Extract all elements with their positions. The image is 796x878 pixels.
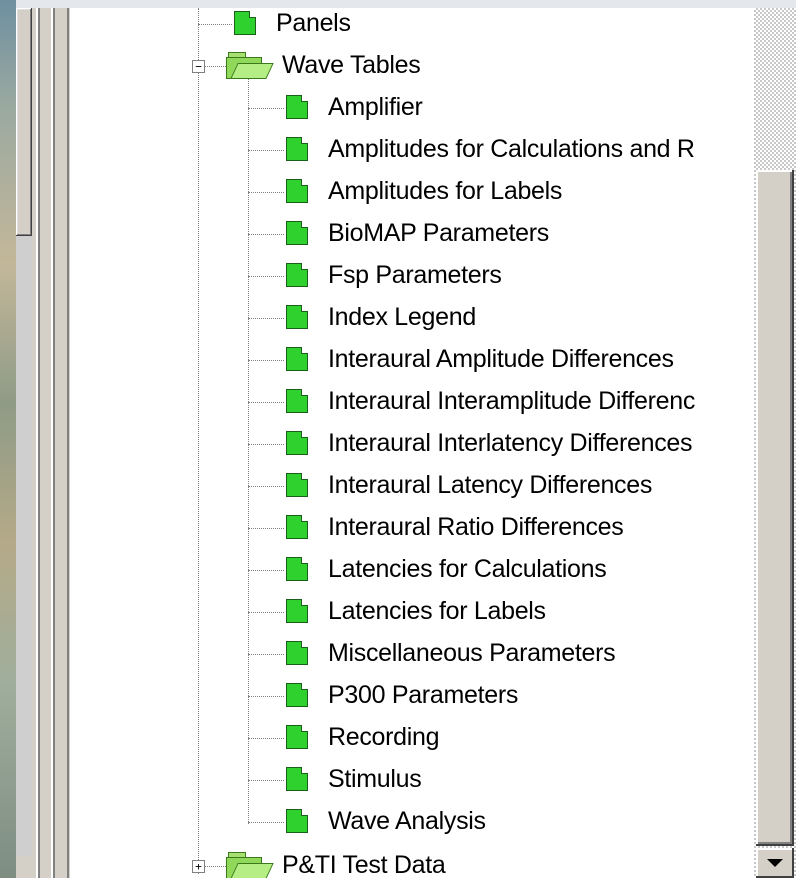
tree-item-label: Index Legend xyxy=(328,302,476,331)
tree-item-label: Amplitudes for Calculations and R xyxy=(328,134,695,163)
tree-item-label: Stimulus xyxy=(328,764,422,793)
tree-item-miscellaneous-parameters[interactable]: Miscellaneous Parameters xyxy=(286,632,616,674)
tree-item-p300-parameters[interactable]: P300 Parameters xyxy=(286,674,518,716)
expand-toggle[interactable]: + xyxy=(192,860,205,873)
green-page-icon xyxy=(234,11,256,35)
tree-folder-wave-tables[interactable]: Wave Tables xyxy=(226,44,421,86)
tree-item-interaural-amplitude-differences[interactable]: Interaural Amplitude Differences xyxy=(286,338,674,380)
green-page-icon xyxy=(286,725,308,749)
tree-folder-pti-test-data[interactable]: P&TI Test Data xyxy=(226,844,446,878)
tree-view[interactable]: Panels − Wave Tables Amplifier Amplitude… xyxy=(70,8,754,878)
tree-item-interaural-ratio-differences[interactable]: Interaural Ratio Differences xyxy=(286,506,624,548)
green-page-icon xyxy=(286,431,308,455)
green-page-icon xyxy=(286,305,308,329)
green-page-icon xyxy=(286,95,308,119)
tree-item-recording[interactable]: Recording xyxy=(286,716,440,758)
green-page-icon xyxy=(286,221,308,245)
arrow-down-icon xyxy=(767,859,783,867)
scroll-down-button[interactable] xyxy=(756,848,794,878)
tree-folder-label: P&TI Test Data xyxy=(282,850,446,878)
green-page-icon xyxy=(286,389,308,413)
tree-item-label: BioMAP Parameters xyxy=(328,218,549,247)
green-page-icon xyxy=(286,179,308,203)
top-edge xyxy=(16,0,796,8)
tree-item-label: Wave Analysis xyxy=(328,806,486,835)
tree-item-label: P300 Parameters xyxy=(328,680,519,709)
tree-item-latencies-for-labels[interactable]: Latencies for Labels xyxy=(286,590,546,632)
tree-item-stimulus[interactable]: Stimulus xyxy=(286,758,422,800)
green-page-icon xyxy=(286,137,308,161)
green-page-icon xyxy=(286,263,308,287)
tree-folder-label: Wave Tables xyxy=(282,50,421,79)
tree-item-label: Interaural Ratio Differences xyxy=(328,512,624,541)
left-pane-scroll-thumb[interactable] xyxy=(16,8,32,236)
tree-item-label: Miscellaneous Parameters xyxy=(328,638,616,667)
green-page-icon xyxy=(286,347,308,371)
tree-item-wave-analysis[interactable]: Wave Analysis xyxy=(286,800,486,842)
tree-item-interaural-interlatency-differences[interactable]: Interaural Interlatency Differences xyxy=(286,422,693,464)
tree-item-label: Amplifier xyxy=(328,92,423,121)
tree-item-index-legend[interactable]: Index Legend xyxy=(286,296,476,338)
tree-item-label: Recording xyxy=(328,722,440,751)
tree-item-latencies-for-calculations[interactable]: Latencies for Calculations xyxy=(286,548,607,590)
tree-item-label: Amplitudes for Labels xyxy=(328,176,563,205)
tree-guide-line xyxy=(248,78,249,824)
green-page-icon xyxy=(286,515,308,539)
tree-item-label: Interaural Interamplitude Differenc xyxy=(328,386,696,415)
tree-item-label: Panels xyxy=(276,8,351,37)
desktop-background xyxy=(0,0,16,878)
green-page-icon xyxy=(286,599,308,623)
collapse-toggle[interactable]: − xyxy=(192,60,205,73)
tree-item-label: Fsp Parameters xyxy=(328,260,502,289)
tree-item-panels[interactable]: Panels xyxy=(234,8,351,44)
green-page-icon xyxy=(286,641,308,665)
tree-item-amplitudes-for-calculations[interactable]: Amplitudes for Calculations and R xyxy=(286,128,695,170)
open-folder-icon xyxy=(226,52,274,79)
tree-item-label: Interaural Interlatency Differences xyxy=(328,428,693,457)
folder-icon xyxy=(226,852,274,878)
green-page-icon xyxy=(286,473,308,497)
tree-item-biomap-parameters[interactable]: BioMAP Parameters xyxy=(286,212,549,254)
green-page-icon xyxy=(286,767,308,791)
tree-item-label: Interaural Amplitude Differences xyxy=(328,344,674,373)
tree-item-interaural-interamplitude-differences[interactable]: Interaural Interamplitude Differenc xyxy=(286,380,695,422)
tree-item-amplitudes-for-labels[interactable]: Amplitudes for Labels xyxy=(286,170,562,212)
tree-item-fsp-parameters[interactable]: Fsp Parameters xyxy=(286,254,502,296)
tree-item-label: Interaural Latency Differences xyxy=(328,470,653,499)
vertical-scroll-thumb[interactable] xyxy=(756,170,794,846)
tree-item-label: Latencies for Calculations xyxy=(328,554,607,583)
green-page-icon xyxy=(286,809,308,833)
green-page-icon xyxy=(286,557,308,581)
tree-item-label: Latencies for Labels xyxy=(328,596,546,625)
left-pane-scroll-down-button[interactable] xyxy=(16,856,32,878)
tree-item-amplifier[interactable]: Amplifier xyxy=(286,86,423,128)
green-page-icon xyxy=(286,683,308,707)
tree-guide-line xyxy=(198,8,199,874)
pane-splitter[interactable] xyxy=(32,8,70,878)
tree-item-interaural-latency-differences[interactable]: Interaural Latency Differences xyxy=(286,464,652,506)
